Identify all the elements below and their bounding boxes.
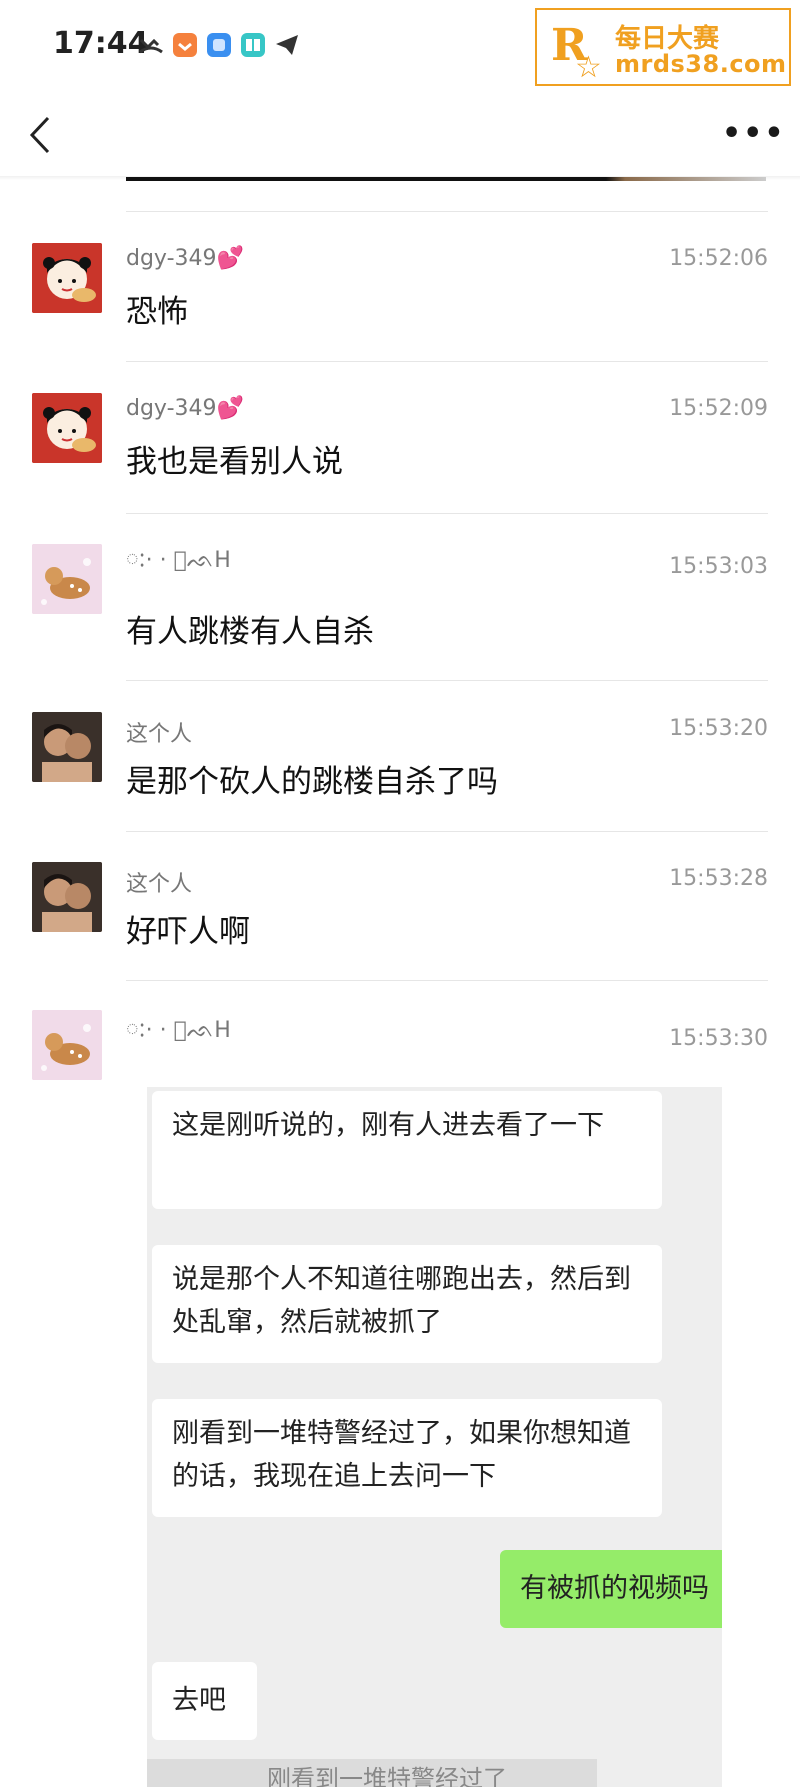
deer-avatar-icon xyxy=(32,1010,102,1080)
avatar[interactable] xyxy=(32,1010,102,1080)
chat-bubble: 说是那个人不知道往哪跑出去，然后到处乱窜，然后就被抓了 xyxy=(152,1245,662,1363)
watermark-url: mrds38.com xyxy=(615,50,787,78)
status-time: 17:44 xyxy=(53,26,149,61)
message-time: 15:53:28 xyxy=(669,866,768,891)
avatar[interactable] xyxy=(32,862,102,932)
message-time: 15:53:20 xyxy=(669,716,768,741)
message-text: 恐怖 xyxy=(126,294,188,330)
divider xyxy=(126,980,768,981)
couple-avatar-icon xyxy=(32,712,102,782)
sender-name: dgy-349💕 xyxy=(126,246,244,271)
message-text: 有人跳楼有人自杀 xyxy=(126,614,374,650)
message-text: 好吓人啊 xyxy=(126,914,250,950)
message-time: 15:53:03 xyxy=(669,554,768,579)
divider xyxy=(126,831,768,832)
avatar[interactable] xyxy=(32,544,102,614)
chat-bubble-outgoing: 有被抓的视频吗 xyxy=(500,1550,722,1628)
avatar[interactable] xyxy=(32,393,102,463)
sender-name: ៈ· · ᪲ᨒH xyxy=(126,1018,231,1043)
message-text: 是那个砍人的跳楼自杀了吗 xyxy=(126,764,498,800)
sender-name: 这个人 xyxy=(126,872,193,897)
message-time: 15:52:06 xyxy=(669,246,768,271)
chevron-left-icon[interactable] xyxy=(22,110,62,160)
missed-call-icon xyxy=(139,38,163,54)
divider xyxy=(126,211,768,212)
quoted-message: 刚看到一堆特警经过了 xyxy=(147,1759,597,1787)
couple-avatar-icon xyxy=(32,862,102,932)
blue-app-icon xyxy=(207,33,231,57)
embedded-chat-screenshot[interactable]: 这是刚听说的，刚有人进去看了一下 说是那个人不知道往哪跑出去，然后到处乱窜，然后… xyxy=(147,1087,722,1787)
chat-bubble: 刚看到一堆特警经过了，如果你想知道的话，我现在追上去问一下 xyxy=(152,1399,662,1517)
orange-app-icon xyxy=(173,33,197,57)
chat-bubble: 去吧 xyxy=(152,1662,257,1740)
deer-avatar-icon xyxy=(32,544,102,614)
star-icon: ☆ xyxy=(575,50,602,85)
previous-message-image-edge xyxy=(126,177,766,181)
avatar[interactable] xyxy=(32,712,102,782)
message-time: 15:52:09 xyxy=(669,396,768,421)
more-button[interactable]: ••• xyxy=(722,114,784,154)
girl-avatar-icon xyxy=(32,243,102,313)
teal-book-icon xyxy=(241,33,265,57)
chat-bubble: 这是刚听说的，刚有人进去看了一下 xyxy=(152,1091,662,1209)
divider xyxy=(126,513,768,514)
avatar[interactable] xyxy=(32,243,102,313)
message-text: 我也是看别人说 xyxy=(126,444,343,480)
message-time: 15:53:30 xyxy=(669,1026,768,1051)
sender-name: 这个人 xyxy=(126,722,193,747)
sender-name: dgy-349💕 xyxy=(126,396,244,421)
divider xyxy=(126,361,768,362)
status-bar: 17:44 R ☆ 每日大赛 mrds38.com xyxy=(0,0,800,92)
divider xyxy=(126,680,768,681)
sender-name: ៈ· · ᪲ᨒH xyxy=(126,548,231,573)
girl-avatar-icon xyxy=(32,393,102,463)
telegram-icon xyxy=(276,35,298,55)
nav-bar: ••• xyxy=(0,92,800,180)
watermark-logo: R ☆ 每日大赛 mrds38.com xyxy=(535,8,791,86)
